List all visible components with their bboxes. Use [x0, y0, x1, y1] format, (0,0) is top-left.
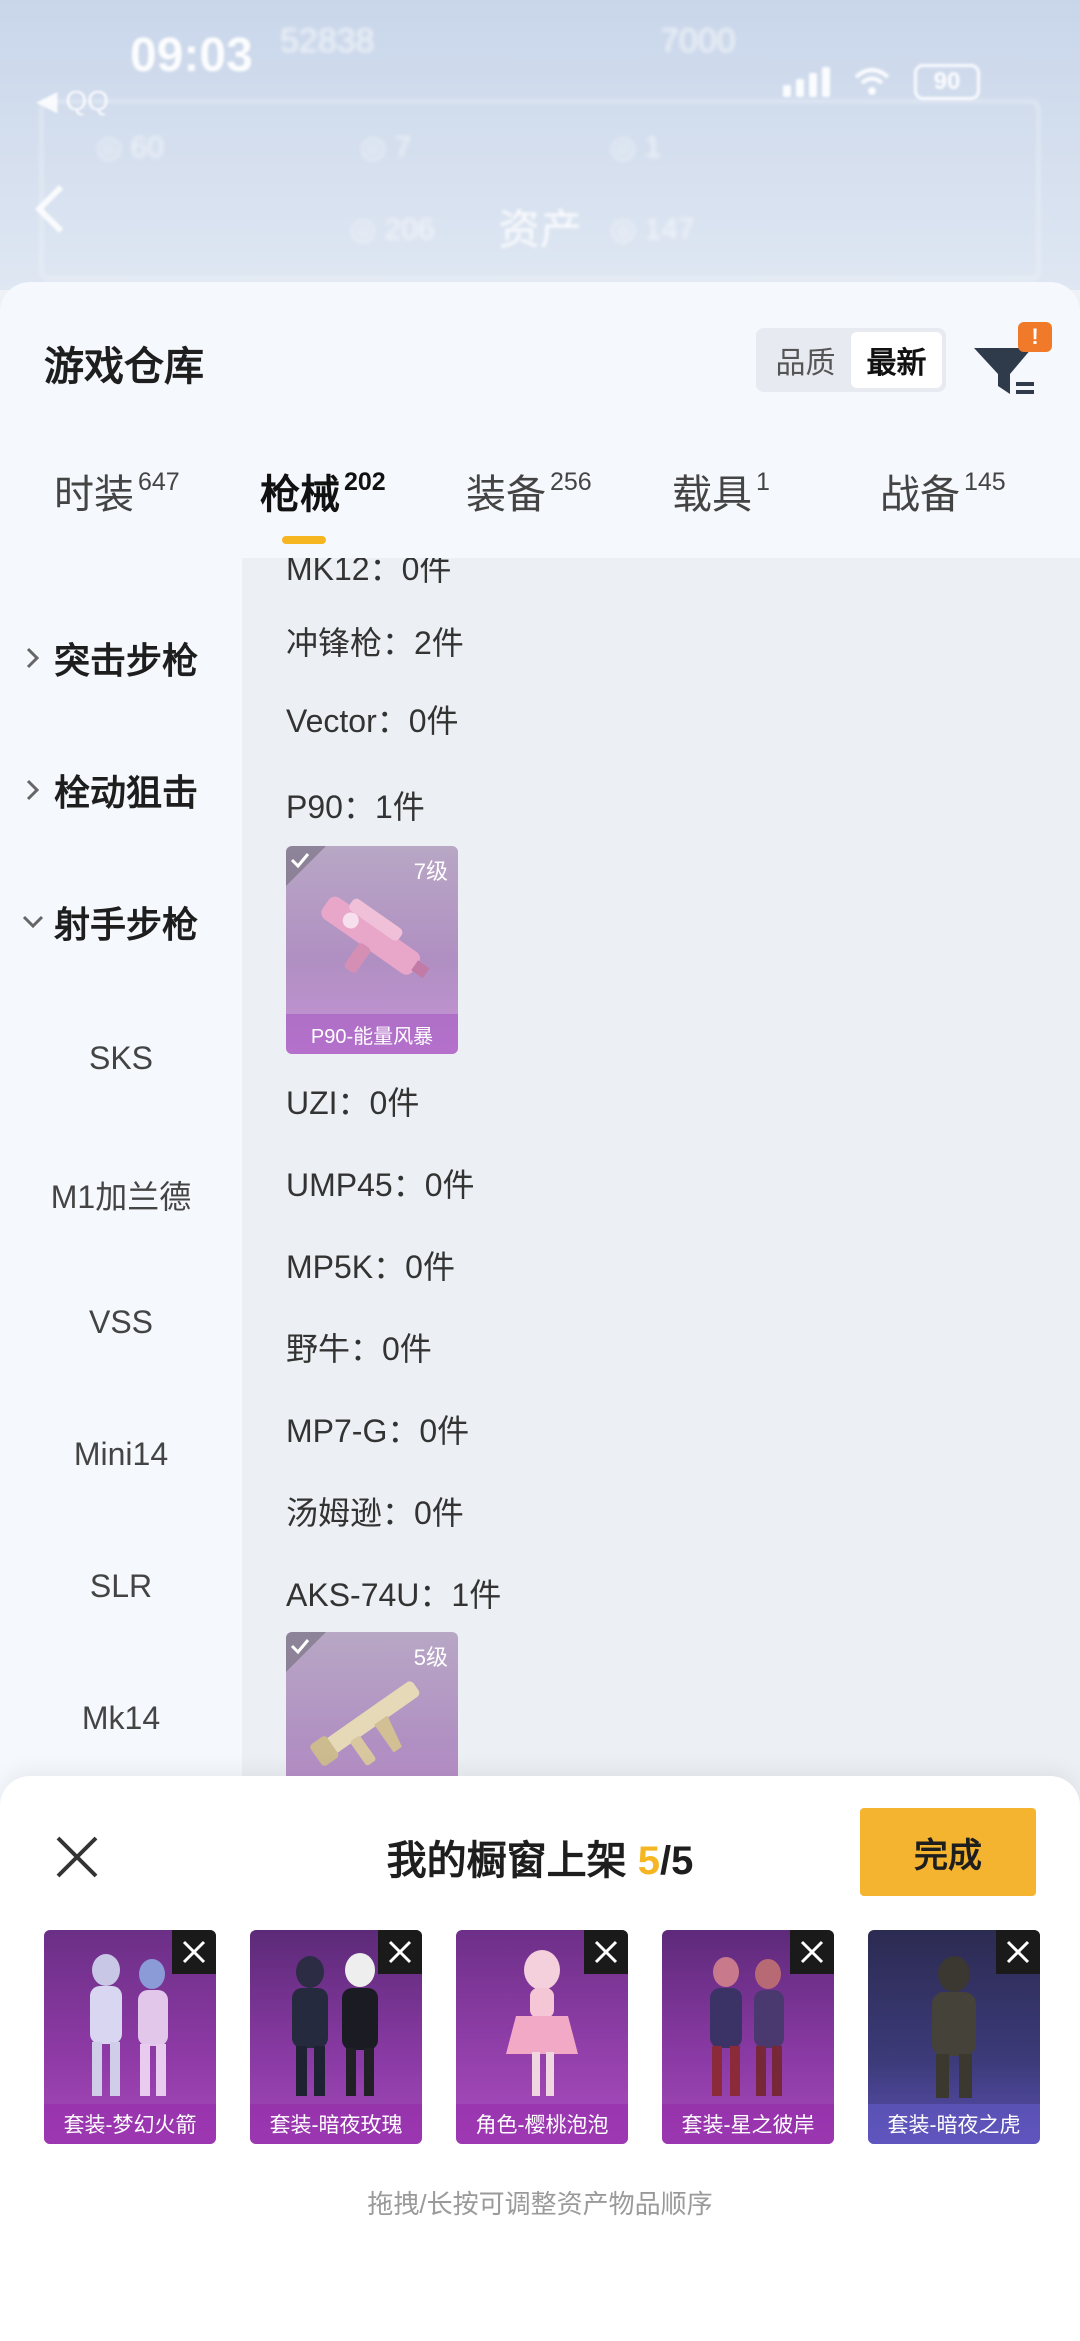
blur-stat: ◎ 1: [610, 131, 662, 164]
tab-combat-supplies[interactable]: 战备 145: [880, 462, 1006, 520]
sidebar-category-bolt-sniper[interactable]: 栓动狙击: [0, 760, 242, 820]
active-tab-indicator: [282, 536, 326, 544]
weapon-name: P90-能量风暴: [286, 1014, 458, 1054]
sort-option-latest[interactable]: 最新: [851, 332, 942, 388]
blur-stat: ◎ 60: [96, 131, 164, 164]
showcase-item-caption: 套装-暗夜之虎: [868, 2104, 1040, 2144]
status-indicators: 90: [783, 64, 980, 100]
showcase-item-caption: 套装-梦幻火箭: [44, 2104, 216, 2144]
tab-vehicles[interactable]: 载具 1: [672, 462, 770, 520]
background-header: 52838 7000 09:03 ◀ QQ 90 资产 ◎ 60 ◎ 7 ◎ 1…: [0, 0, 1080, 290]
background-stat-1: 52838: [280, 22, 375, 60]
showcase-item[interactable]: 套装-暗夜玫瑰: [250, 1930, 422, 2144]
close-icon: [1006, 1940, 1030, 1964]
chevron-down-icon: [18, 914, 48, 930]
close-icon: [388, 1940, 412, 1964]
tab-equipment[interactable]: 装备 256: [466, 462, 592, 520]
list-row: MP5K：0件: [286, 1249, 455, 1285]
filter-badge: !: [1018, 322, 1052, 352]
list-row: UMP45：0件: [286, 1167, 475, 1203]
showcase-item-caption: 套装-暗夜玫瑰: [250, 2104, 422, 2144]
showcase-item-caption: 角色-樱桃泡泡: [456, 2104, 628, 2144]
sidebar-item-vss[interactable]: VSS: [0, 1304, 242, 1341]
category-tabs: 时装 647 枪械 202 装备 256 载具 1 战备 145: [0, 462, 1080, 540]
remove-item-button[interactable]: [996, 1930, 1040, 1974]
list-row: P90：1件: [286, 789, 425, 825]
showcase-count-total: /5: [660, 1839, 694, 1883]
sidebar-item-m1-garand[interactable]: M1加兰德: [0, 1172, 242, 1218]
background-title: 资产: [497, 206, 582, 253]
tab-firearms[interactable]: 枪械 202: [260, 462, 386, 520]
close-icon: [594, 1940, 618, 1964]
list-row: UZI：0件: [286, 1085, 420, 1121]
sort-option-quality[interactable]: 品质: [760, 332, 851, 388]
showcase-item[interactable]: 套装-星之彼岸: [662, 1930, 834, 2144]
close-icon: [182, 1940, 206, 1964]
sort-toggle: 品质 最新: [756, 328, 946, 392]
showcase-count-current: 5: [637, 1839, 660, 1883]
showcase-panel: 我的橱窗上架 5/5 完成 套装-梦幻火箭 套装-暗夜玫瑰 角色-樱桃泡泡 套装…: [0, 1776, 1080, 2341]
sidebar-category-label: 射手步枪: [54, 904, 199, 945]
status-back-app[interactable]: ◀ QQ: [36, 84, 109, 117]
blur-stat: ◎ 206: [350, 213, 435, 246]
reorder-hint: 拖拽/长按可调整资产物品顺序: [367, 2189, 713, 2219]
battery-icon: 90: [914, 64, 980, 100]
remove-item-button[interactable]: [378, 1930, 422, 1974]
gun-icon: [321, 896, 430, 979]
remove-item-button[interactable]: [584, 1930, 628, 1974]
close-icon: [800, 1940, 824, 1964]
remove-item-button[interactable]: [172, 1930, 216, 1974]
showcase-item-caption: 套装-星之彼岸: [662, 2104, 834, 2144]
sidebar-item-mk14[interactable]: Mk14: [0, 1700, 242, 1737]
background-stat-2: 7000: [660, 22, 736, 60]
sidebar-item-mini14[interactable]: Mini14: [0, 1436, 242, 1473]
sidebar-category-label: 突击步枪: [54, 640, 199, 681]
chevron-right-icon: [18, 646, 48, 670]
chevron-right-icon: [18, 778, 48, 802]
sidebar-item-slr[interactable]: SLR: [0, 1568, 242, 1605]
list-row: MP7-G：0件: [286, 1413, 470, 1449]
sidebar-category-marksman-rifle[interactable]: 射手步枪: [0, 892, 242, 952]
list-row: 冲锋枪：2件: [286, 625, 464, 661]
blur-stat: ◎ 147: [610, 213, 695, 246]
list-row-partial: MK12：0件: [286, 558, 452, 587]
tab-fashion[interactable]: 时装 647: [54, 462, 180, 520]
filter-button[interactable]: !: [970, 322, 1054, 406]
list-row: AKS-74U：1件: [286, 1577, 502, 1613]
showcase-item[interactable]: 角色-樱桃泡泡: [456, 1930, 628, 2144]
sidebar-item-sks[interactable]: SKS: [0, 1040, 242, 1077]
blur-stat: ◎ 7: [360, 131, 412, 164]
gun-icon: [310, 1681, 420, 1766]
showcase-item[interactable]: 套装-梦幻火箭: [44, 1930, 216, 2144]
showcase-item[interactable]: 套装-暗夜之虎: [868, 1930, 1040, 2144]
signal-icon: [783, 67, 830, 97]
list-row: 野牛：0件: [286, 1331, 432, 1367]
sidebar-category-label: 栓动狙击: [54, 772, 199, 813]
wifi-icon: [854, 68, 890, 95]
weapon-card-p90[interactable]: 7级 P90-能量风暴: [286, 846, 458, 1054]
remove-item-button[interactable]: [790, 1930, 834, 1974]
showcase-items: 套装-梦幻火箭 套装-暗夜玫瑰 角色-樱桃泡泡 套装-星之彼岸 套装-暗夜之虎: [44, 1930, 1044, 2144]
status-time: 09:03: [130, 29, 253, 82]
list-row: 汤姆逊：0件: [286, 1495, 464, 1531]
sidebar-category-assault-rifle[interactable]: 突击步枪: [0, 628, 242, 688]
done-button[interactable]: 完成: [860, 1808, 1036, 1896]
page-title: 游戏仓库: [44, 345, 204, 389]
list-row: Vector：0件: [286, 703, 459, 739]
